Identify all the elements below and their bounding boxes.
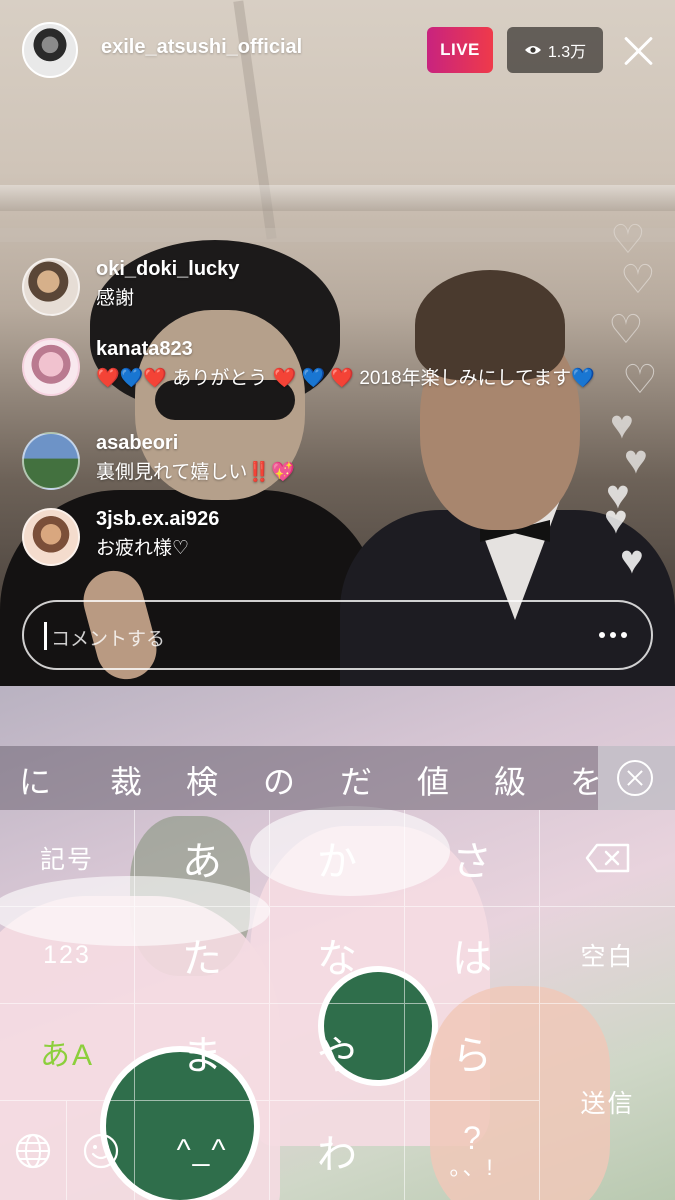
kana-key-wa[interactable]: わ — [270, 1101, 405, 1200]
more-options-icon[interactable] — [599, 632, 627, 640]
comment-text: お疲れ様♡ — [96, 538, 190, 559]
globe-key[interactable] — [0, 1101, 67, 1200]
viewer-count: 1.3万 — [547, 44, 587, 61]
commenter-avatar[interactable] — [22, 338, 80, 396]
comment-username[interactable]: oki_doki_lucky — [96, 258, 239, 281]
heart-icon: ♡ — [610, 218, 646, 262]
kana-key-ma[interactable]: ま — [135, 1004, 270, 1101]
live-badge: LIVE — [427, 27, 493, 73]
punctuation-key-top: ? — [463, 1119, 481, 1156]
emoji-key[interactable] — [67, 1101, 135, 1200]
candidate-word[interactable]: の — [249, 757, 309, 803]
kana-key-a[interactable]: あ — [135, 810, 270, 907]
kana-key-ya[interactable]: や — [270, 1004, 405, 1101]
send-key[interactable]: 送信 — [540, 1004, 675, 1200]
commenter-avatar[interactable] — [22, 508, 80, 566]
numbers-key[interactable]: 123 — [0, 907, 135, 1004]
candidate-word[interactable]: 検 — [172, 757, 232, 803]
candidate-word[interactable]: 級 — [480, 757, 540, 803]
host-avatar[interactable] — [22, 22, 78, 78]
comment-text: ❤️💙❤️ ありがとう ❤️ 💙 ❤️ 2018年楽しみにしてます💙 — [96, 368, 595, 389]
punctuation-key[interactable]: ? 。、! — [405, 1101, 540, 1200]
kana-key-sa[interactable]: さ — [405, 810, 540, 907]
candidate-word[interactable]: 裁 — [96, 757, 156, 803]
text-cursor — [44, 622, 47, 650]
comment-input[interactable]: コメントする — [22, 600, 653, 670]
comment-item: oki_doki_lucky 感謝 — [22, 258, 612, 318]
comment-username[interactable]: kanata823 — [96, 338, 193, 361]
host-username[interactable]: exile_atsushi_official — [101, 36, 302, 59]
close-icon[interactable] — [622, 34, 656, 68]
kana-key-ha[interactable]: は — [405, 907, 540, 1004]
emoji-icon — [83, 1133, 118, 1168]
kana-key-ka[interactable]: か — [270, 810, 405, 907]
close-circle-icon — [617, 760, 653, 796]
comment-item: kanata823 ❤️💙❤️ ありがとう ❤️ 💙 ❤️ 2018年楽しみにし… — [22, 338, 612, 418]
heart-icon: ♥ — [604, 498, 628, 542]
backspace-icon — [585, 843, 629, 873]
symbols-key[interactable]: 記号 — [0, 810, 135, 907]
kaomoji-key[interactable]: ^_^ — [135, 1101, 270, 1200]
kana-key-ta[interactable]: た — [135, 907, 270, 1004]
candidate-word[interactable]: だ — [326, 757, 386, 803]
keyboard-keys: 記号 あ か さ 123 た な は 空白 あA ま や ら 送信 ^_^ わ … — [0, 810, 675, 1200]
candidate-close-button[interactable] — [598, 746, 675, 810]
heart-icon: ♥ — [620, 538, 644, 582]
comment-username[interactable]: 3jsb.ex.ai926 — [96, 508, 219, 531]
heart-icon: ♡ — [608, 308, 644, 352]
eye-icon — [524, 46, 541, 54]
input-mode-key[interactable]: あA — [0, 1004, 135, 1101]
comment-item: asabeori 裏側見れて嬉しい‼️💖 — [22, 432, 612, 492]
candidate-bar: に 裁 検 の だ 値 級 を — [0, 746, 675, 810]
candidate-word[interactable]: 値 — [403, 757, 463, 803]
commenter-avatar[interactable] — [22, 258, 80, 316]
space-key[interactable]: 空白 — [540, 907, 675, 1004]
kana-key-na[interactable]: な — [270, 907, 405, 1004]
candidate-word[interactable]: に — [5, 757, 65, 803]
kana-key-ra[interactable]: ら — [405, 1004, 540, 1101]
heart-icon: ♡ — [620, 258, 656, 302]
heart-icon: ♡ — [622, 358, 658, 402]
comment-item: 3jsb.ex.ai926 お疲れ様♡ — [22, 508, 612, 568]
commenter-avatar[interactable] — [22, 432, 80, 490]
comment-placeholder: コメントする — [51, 629, 166, 650]
floating-hearts: ♡ ♡ ♡ ♡ ♥ ♥ ♥ ♥ ♥ — [600, 200, 670, 600]
punctuation-key-bottom: 。、! — [449, 1154, 495, 1180]
comment-text: 裏側見れて嬉しい‼️💖 — [96, 462, 295, 483]
comment-text: 感謝 — [96, 288, 135, 309]
comment-username[interactable]: asabeori — [96, 432, 178, 455]
globe-icon — [15, 1133, 51, 1168]
tent-ridge — [0, 185, 675, 211]
viewer-count-badge[interactable]: 1.3万 — [507, 27, 603, 73]
backspace-key[interactable] — [540, 810, 675, 907]
